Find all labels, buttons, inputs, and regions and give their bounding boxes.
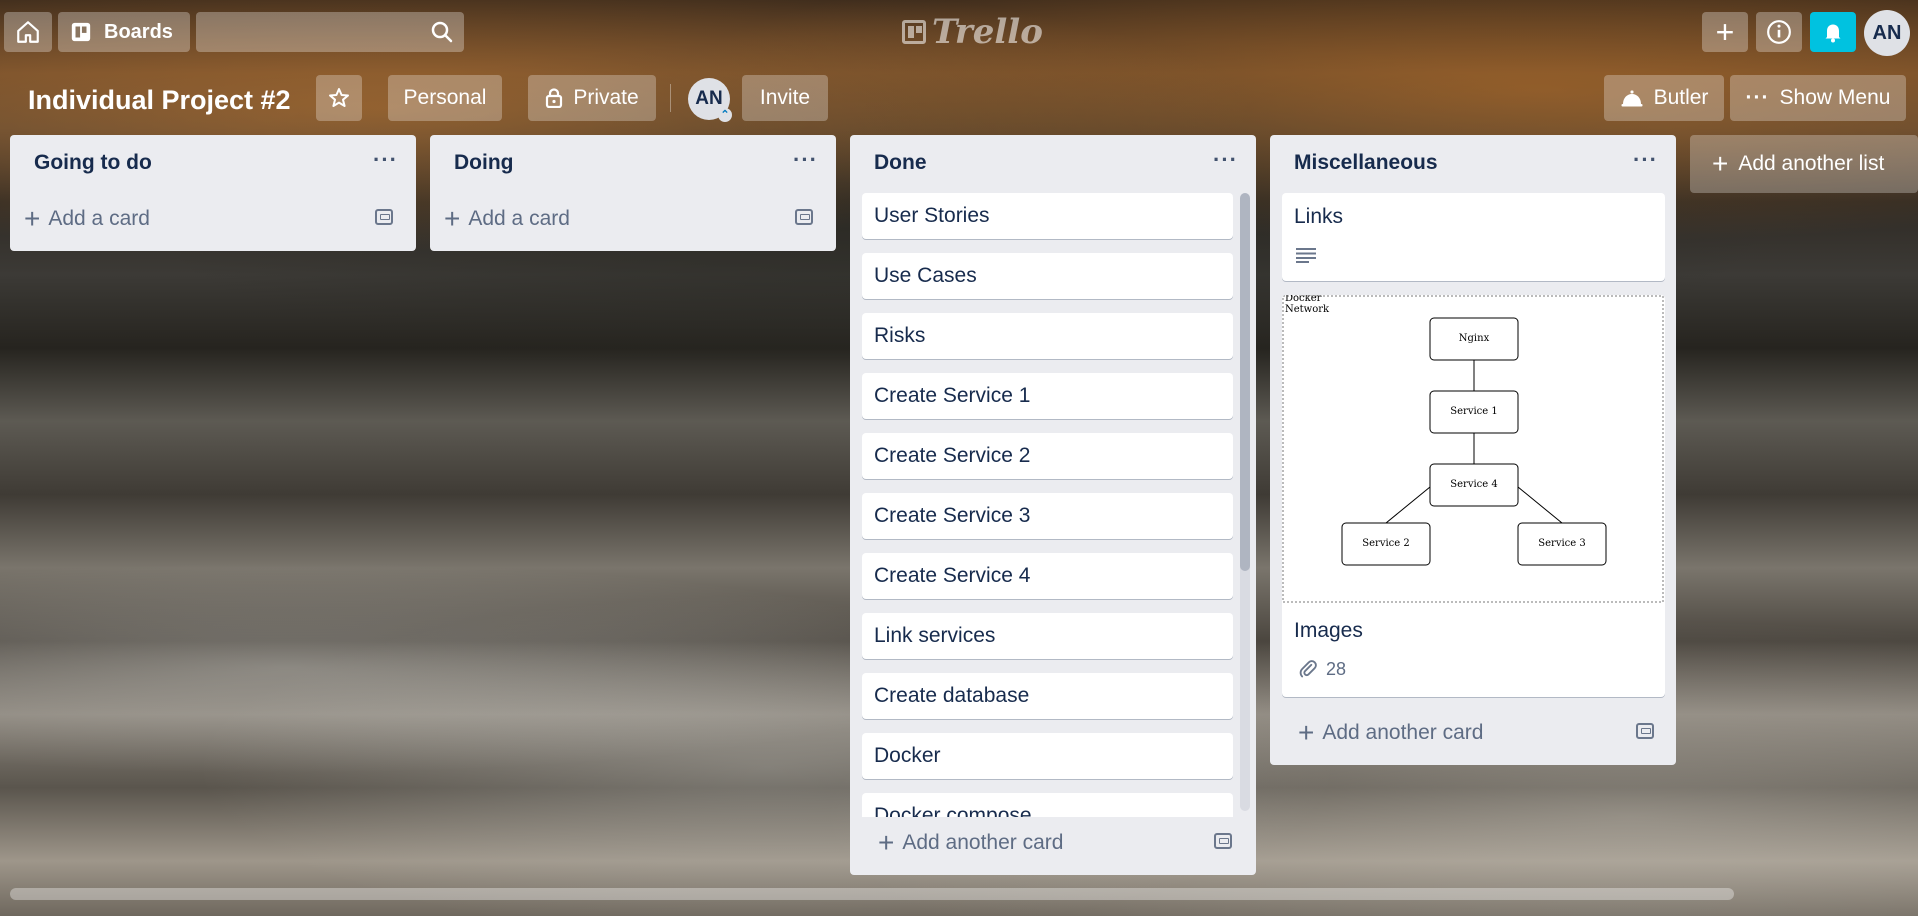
card-create-service-3[interactable]: Create Service 3: [862, 493, 1233, 539]
list-menu-icon[interactable]: ···: [793, 147, 818, 173]
add-card-label: Add another card: [1322, 721, 1484, 744]
card-container: User Stories Use Cases Risks Create Serv…: [850, 193, 1256, 817]
member-avatar[interactable]: AN ⌃: [688, 78, 732, 122]
diagram-node-service-4: Service 4: [1450, 479, 1498, 490]
boards-icon: [71, 22, 91, 42]
card-title: Links: [1294, 205, 1344, 228]
add-list-label: Add another list: [1738, 152, 1885, 175]
show-menu-button[interactable]: ··· Show Menu: [1730, 75, 1906, 121]
list-menu-icon[interactable]: ···: [373, 147, 398, 173]
attachment-count: 28: [1326, 659, 1347, 679]
card-create-database[interactable]: Create database: [862, 673, 1233, 719]
add-card-label: Add another card: [902, 831, 1064, 854]
list-miscellaneous: Miscellaneous ··· Links Docker Network N…: [1270, 135, 1676, 765]
boards-label: Boards: [104, 20, 173, 43]
card-create-service-4[interactable]: Create Service 4: [862, 553, 1233, 599]
add-card-button[interactable]: + Add another card: [1298, 713, 1483, 753]
add-card-label: Add a card: [468, 207, 570, 230]
butler-label: Butler: [1653, 86, 1709, 109]
add-list-button[interactable]: + Add another list: [1690, 135, 1918, 193]
diagram-node-service-2: Service 2: [1362, 538, 1410, 549]
card-docker-compose[interactable]: Docker compose: [862, 793, 1233, 817]
diagram-node-nginx: Nginx: [1458, 333, 1490, 344]
diagram-node-service-3: Service 3: [1538, 538, 1586, 549]
list-menu-icon[interactable]: ···: [1633, 147, 1658, 173]
card-template-icon[interactable]: [375, 209, 393, 225]
top-header: Boards Trello + AN: [0, 0, 1918, 66]
add-card-label: Add a card: [48, 207, 150, 230]
create-button[interactable]: +: [1702, 12, 1748, 52]
board-title[interactable]: Individual Project #2: [28, 80, 291, 120]
search-icon[interactable]: [430, 20, 454, 44]
user-avatar[interactable]: AN: [1864, 10, 1910, 56]
list-menu-icon[interactable]: ···: [1213, 147, 1238, 173]
add-card-button[interactable]: + Add a card: [24, 199, 150, 239]
add-card-button[interactable]: + Add a card: [444, 199, 570, 239]
butler-bell-icon: [1621, 90, 1643, 107]
card-template-icon[interactable]: [795, 209, 813, 225]
trello-logo[interactable]: Trello: [902, 12, 1043, 52]
more-icon: ···: [1745, 86, 1770, 109]
description-icon: [1296, 248, 1316, 263]
board-horizontal-scrollbar[interactable]: [10, 888, 1734, 900]
card-use-cases[interactable]: Use Cases: [862, 253, 1233, 299]
attachment-icon: [1299, 660, 1317, 678]
search-input[interactable]: [204, 16, 428, 48]
user-initials: AN: [1872, 21, 1902, 44]
plus-icon: +: [1715, 13, 1735, 50]
list-title[interactable]: Going to do: [34, 151, 152, 175]
card-link-services[interactable]: Link services: [862, 613, 1233, 659]
list-doing: Doing ··· + Add a card: [430, 135, 836, 251]
invite-button[interactable]: Invite: [742, 75, 828, 121]
list-scrollbar-thumb[interactable]: [1240, 193, 1250, 571]
show-menu-label: Show Menu: [1779, 86, 1891, 109]
boards-button[interactable]: Boards: [58, 12, 190, 52]
invite-label: Invite: [759, 86, 811, 109]
notifications-button[interactable]: [1810, 12, 1856, 52]
card-create-service-2[interactable]: Create Service 2: [862, 433, 1233, 479]
card-links[interactable]: Links: [1282, 193, 1665, 281]
card-user-stories[interactable]: User Stories: [862, 193, 1233, 239]
add-card-button[interactable]: + Add another card: [878, 823, 1063, 863]
card-template-icon[interactable]: [1214, 833, 1232, 849]
trello-logo-icon: [902, 20, 926, 44]
plus-icon: +: [444, 203, 461, 234]
visibility-label: Private: [573, 86, 639, 109]
diagram-network-label: Docker Network: [1285, 295, 1330, 315]
card-template-icon[interactable]: [1636, 723, 1654, 739]
card-docker[interactable]: Docker: [862, 733, 1233, 779]
lock-icon: [546, 88, 563, 108]
admin-chevron-icon: ⌃: [718, 108, 732, 122]
card-risks[interactable]: Risks: [862, 313, 1233, 359]
list-title[interactable]: Done: [874, 151, 927, 175]
card-create-service-1[interactable]: Create Service 1: [862, 373, 1233, 419]
plus-icon: +: [1712, 148, 1729, 179]
member-initials: AN: [695, 88, 723, 109]
butler-button[interactable]: Butler: [1604, 75, 1724, 121]
card-title: Images: [1294, 619, 1363, 642]
header-divider: [670, 84, 671, 112]
team-button[interactable]: Personal: [388, 75, 502, 121]
list-title[interactable]: Doing: [454, 151, 513, 175]
home-icon: [17, 21, 39, 43]
info-icon: [1767, 20, 1791, 44]
list-going-to-do: Going to do ··· + Add a card: [10, 135, 416, 251]
diagram-node-service-1: Service 1: [1450, 406, 1498, 417]
search-bar[interactable]: [196, 12, 464, 52]
star-icon: [329, 88, 349, 107]
plus-icon: +: [878, 827, 895, 858]
card-images[interactable]: Docker Network Nginx Service 1 Service 4…: [1282, 295, 1665, 697]
home-button[interactable]: [4, 12, 52, 52]
team-label: Personal: [403, 86, 487, 109]
plus-icon: +: [24, 203, 41, 234]
plus-icon: +: [1298, 717, 1315, 748]
list-title[interactable]: Miscellaneous: [1294, 151, 1438, 175]
bell-icon: [1825, 24, 1841, 43]
star-button[interactable]: [316, 75, 362, 121]
list-done: Done ··· User Stories Use Cases Risks Cr…: [850, 135, 1256, 875]
trello-logo-text: Trello: [932, 12, 1043, 52]
info-button[interactable]: [1756, 12, 1802, 52]
visibility-button[interactable]: Private: [528, 75, 656, 121]
